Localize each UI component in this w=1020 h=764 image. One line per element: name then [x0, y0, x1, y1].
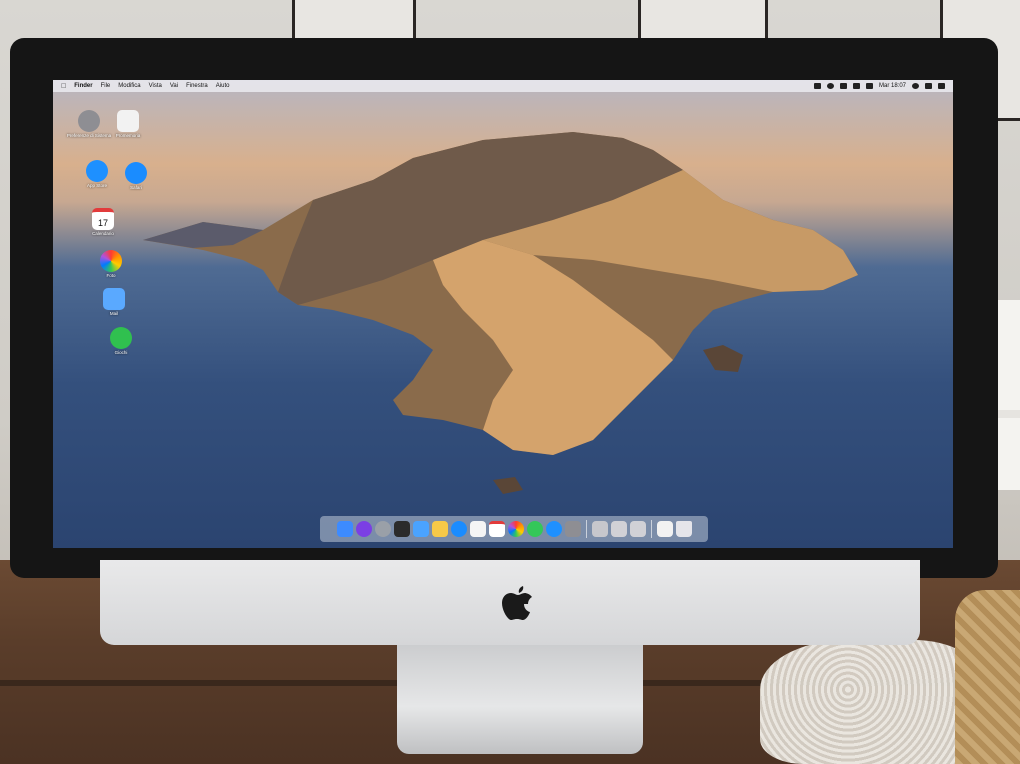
menu-aiuto[interactable]: Aiuto: [216, 83, 230, 89]
notification-center-icon[interactable]: [938, 83, 945, 89]
menu-finder[interactable]: Finder: [74, 83, 92, 89]
launchpad-icon[interactable]: [374, 521, 391, 537]
game-center-icon: [110, 327, 132, 349]
reminders-icon[interactable]: [469, 521, 486, 537]
status-area: Mar 18:07: [813, 80, 945, 92]
wallpaper: [143, 132, 858, 494]
desktop-icon-mail[interactable]: Mail: [91, 288, 137, 317]
printer-2-icon[interactable]: [629, 521, 646, 537]
desktop-icon-photos[interactable]: Foto: [88, 250, 134, 279]
photos-icon[interactable]: [507, 521, 524, 537]
search-icon[interactable]: [912, 83, 919, 89]
menu-bar:  Finder File Modifica Vista Vai Finestr…: [53, 80, 953, 92]
wifi-icon[interactable]: [852, 83, 860, 89]
basket: [955, 590, 1020, 764]
monitor-stand: [397, 636, 643, 754]
reminders-icon: [117, 110, 139, 132]
calendar-icon: 17: [92, 208, 114, 230]
photos-icon: [100, 250, 122, 272]
menu-finestra[interactable]: Finestra: [186, 83, 208, 89]
wall-picture: [638, 0, 768, 41]
app-store-icon: [86, 160, 108, 182]
menu-modifica[interactable]: Modifica: [118, 83, 140, 89]
apple-logo-icon: [502, 586, 532, 620]
dock-separator: [650, 520, 652, 538]
volume-icon[interactable]: [865, 83, 873, 89]
desktop-icon-safari[interactable]: Safari: [113, 162, 159, 191]
calendar-icon[interactable]: [488, 521, 505, 537]
preview-icon[interactable]: [412, 521, 429, 537]
documents-icon[interactable]: [656, 521, 673, 537]
printer-icon[interactable]: [610, 521, 627, 537]
time-machine-icon[interactable]: [826, 83, 834, 89]
clock[interactable]: Mar 18:07: [879, 83, 906, 89]
menu-file[interactable]: File: [101, 83, 111, 89]
app-store-icon[interactable]: [545, 521, 562, 537]
desktop-screen:  Finder File Modifica Vista Vai Finestr…: [53, 80, 953, 548]
bluetooth-icon[interactable]: [839, 83, 847, 89]
desktop-icon-calendar[interactable]: 17 Calendario: [80, 208, 126, 237]
safari-icon: [125, 162, 147, 184]
system-preferences-icon: [78, 110, 100, 132]
mail-icon: [103, 288, 125, 310]
menu-vai[interactable]: Vai: [170, 83, 178, 89]
trash-icon[interactable]: [675, 521, 692, 537]
wall-picture: [292, 0, 416, 41]
messages-icon[interactable]: [526, 521, 543, 537]
siri-icon[interactable]: [355, 521, 372, 537]
dock: [320, 516, 708, 542]
finder-icon[interactable]: [336, 521, 353, 537]
menu-vista[interactable]: Vista: [149, 83, 162, 89]
dock-separator: [585, 520, 587, 538]
safari-icon[interactable]: [450, 521, 467, 537]
desktop-icon-game-center[interactable]: Giochi: [98, 327, 144, 356]
scissors-icon[interactable]: [591, 521, 608, 537]
desktop-icon-reminders[interactable]: Promemoria: [105, 110, 151, 139]
apple-menu-icon[interactable]: : [61, 83, 66, 90]
notes-icon[interactable]: [431, 521, 448, 537]
airplay-icon[interactable]: [813, 83, 821, 89]
control-icon[interactable]: [925, 83, 932, 89]
system-preferences-icon[interactable]: [564, 521, 581, 537]
doily: [760, 640, 980, 764]
mission-control-icon[interactable]: [393, 521, 410, 537]
